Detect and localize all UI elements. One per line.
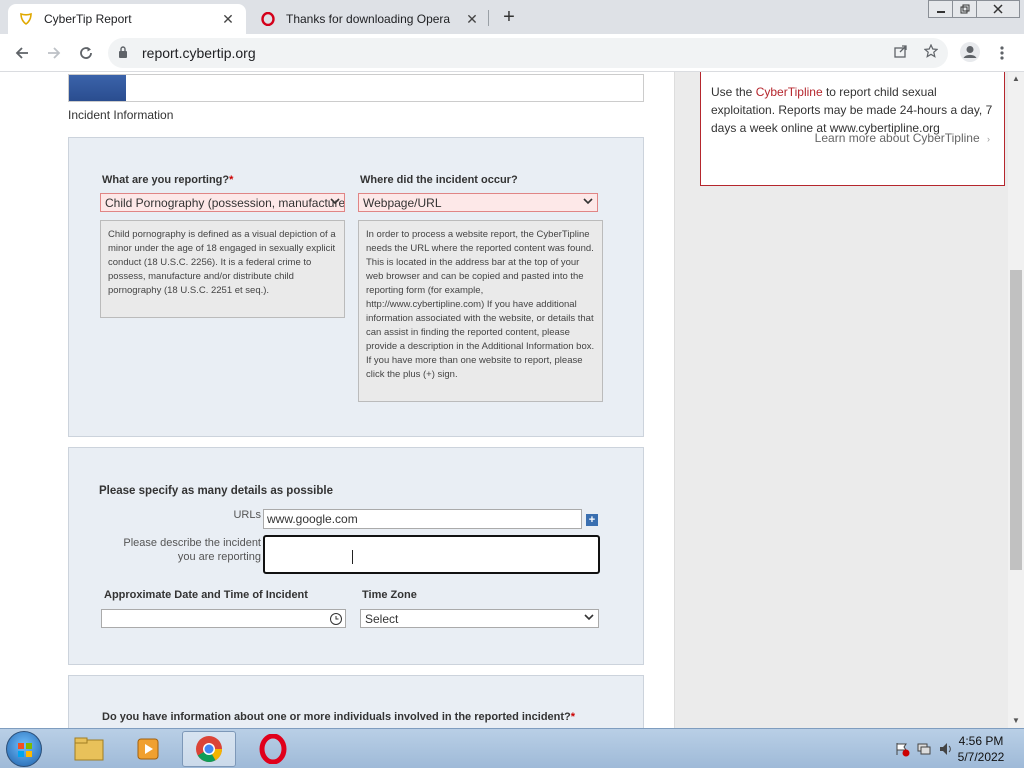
reporting-type-label: What are you reporting?* <box>102 174 233 186</box>
reload-icon[interactable] <box>74 41 98 65</box>
bookmark-star-icon[interactable] <box>923 43 939 61</box>
restore-button[interactable] <box>952 0 978 18</box>
lock-icon <box>118 45 136 61</box>
clock-icon[interactable] <box>330 613 342 625</box>
required-mark: * <box>570 711 576 723</box>
individuals-question-text: Do you have information about one or mor… <box>102 711 571 723</box>
start-button-windows-icon[interactable] <box>6 731 42 767</box>
tab-title: CyberTip Report <box>44 12 132 26</box>
tab-opera-download[interactable]: Thanks for downloading Opera ✕ <box>250 4 490 34</box>
windows-taskbar: 4:56 PM 5/7/2022 <box>0 728 1024 768</box>
close-tab-icon[interactable]: ✕ <box>220 11 236 27</box>
incident-location-select[interactable]: Webpage/URL <box>358 193 598 212</box>
urls-label: URLs <box>233 509 261 521</box>
profile-avatar-icon[interactable] <box>956 38 984 66</box>
text-cursor <box>352 550 353 564</box>
file-explorer-icon[interactable] <box>62 731 116 767</box>
address-bar[interactable]: report.cybertip.org <box>108 38 948 68</box>
chevron-down-icon <box>330 197 340 208</box>
incident-location-label: Where did the incident occur? <box>360 174 518 186</box>
page-scrollbar[interactable]: ▲ ▼ <box>1008 72 1024 728</box>
required-mark: * <box>229 174 234 186</box>
share-icon[interactable] <box>894 44 908 61</box>
reporting-type-select[interactable]: Child Pornography (possession, manufactu… <box>100 193 345 212</box>
describe-incident-label: Please describe the incident you are rep… <box>89 536 261 564</box>
url-text: report.cybertip.org <box>142 45 256 61</box>
section-title: Incident Information <box>68 108 174 122</box>
chrome-taskbar-icon[interactable] <box>182 731 236 767</box>
opera-taskbar-icon[interactable] <box>246 731 300 767</box>
minimize-button[interactable] <box>928 0 954 18</box>
progress-bar <box>68 74 644 102</box>
cybertipline-brand-link[interactable]: CyberTipline <box>756 85 823 99</box>
close-window-button[interactable] <box>976 0 1020 18</box>
describe-label-line-2: you are reporting <box>177 551 261 563</box>
describe-label-line-1: Please describe the incident <box>123 537 261 549</box>
info-text-prefix: Use the <box>711 85 756 99</box>
right-sidebar: Use the CyberTipline to report child sex… <box>674 72 1008 728</box>
forward-arrow-icon[interactable] <box>42 41 66 65</box>
system-tray <box>894 741 954 760</box>
cybertipline-info-box: Use the CyberTipline to report child sex… <box>700 72 1005 186</box>
details-title: Please specify as many details as possib… <box>99 485 333 497</box>
scroll-down-arrow-icon[interactable]: ▼ <box>1008 714 1024 728</box>
page-viewport: Use the CyberTipline to report child sex… <box>0 72 1008 728</box>
tab-cybertip-report[interactable]: CyberTip Report ✕ <box>8 4 246 34</box>
incident-date-input[interactable] <box>101 609 346 628</box>
tab-separator <box>488 10 489 26</box>
add-url-plus-icon[interactable]: + <box>586 514 598 526</box>
reporting-type-value: Child Pornography (possession, manufactu… <box>105 195 345 210</box>
tab-strip: CyberTip Report ✕ Thanks for downloading… <box>0 0 1024 34</box>
scroll-up-arrow-icon[interactable]: ▲ <box>1008 72 1024 86</box>
describe-incident-textarea[interactable] <box>263 535 600 574</box>
clock-date: 5/7/2022 <box>957 750 1005 764</box>
learn-more-link[interactable]: Learn more about CyberTipline › <box>815 129 990 148</box>
chevron-right-icon: › <box>987 134 990 144</box>
incident-location-value: Webpage/URL <box>363 195 442 210</box>
network-icon[interactable] <box>916 741 932 760</box>
action-center-flag-icon[interactable] <box>894 741 910 760</box>
close-tab-icon[interactable]: ✕ <box>464 11 480 27</box>
urls-input[interactable]: www.google.com <box>263 509 582 529</box>
chevron-down-icon <box>584 613 594 624</box>
time-zone-select[interactable]: Select <box>360 609 599 628</box>
new-tab-button[interactable]: + <box>498 6 520 28</box>
browser-toolbar: report.cybertip.org <box>0 34 1024 72</box>
media-player-icon[interactable] <box>122 731 176 767</box>
taskbar-clock[interactable]: 4:56 PM 5/7/2022 <box>946 733 1016 765</box>
opera-favicon-icon <box>260 11 276 27</box>
chevron-down-icon <box>583 197 593 208</box>
individuals-question: Do you have information about one or mor… <box>102 711 575 723</box>
tab-title: Thanks for downloading Opera <box>286 12 451 26</box>
progress-fill <box>69 75 127 101</box>
clock-time: 4:56 PM <box>958 734 1004 748</box>
reporting-type-label-text: What are you reporting? <box>102 174 230 186</box>
incident-date-label: Approximate Date and Time of Incident <box>104 589 308 601</box>
incident-details-panel: Please specify as many details as possib… <box>68 447 644 665</box>
reporting-type-help: Child pornography is defined as a visual… <box>100 220 345 318</box>
individuals-panel: Do you have information about one or mor… <box>68 675 644 728</box>
back-arrow-icon[interactable] <box>10 41 34 65</box>
scroll-thumb[interactable] <box>1010 270 1022 570</box>
menu-kebab-icon[interactable] <box>990 41 1014 65</box>
incident-type-panel: What are you reporting?* Child Pornograp… <box>68 137 644 437</box>
learn-more-label: Learn more about CyberTipline <box>814 131 980 145</box>
time-zone-value: Select <box>365 611 399 626</box>
cybertip-favicon-icon <box>18 11 34 27</box>
time-zone-label: Time Zone <box>362 589 417 601</box>
incident-location-help: In order to process a website report, th… <box>358 220 603 402</box>
